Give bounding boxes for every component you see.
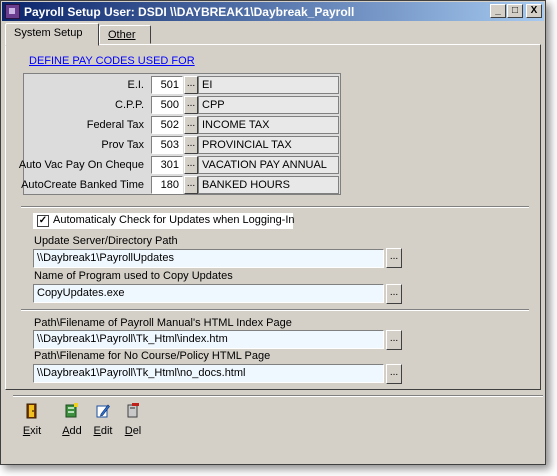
delete-record-icon <box>127 403 139 418</box>
edit-label: Edit <box>93 425 113 437</box>
edit-pencil-icon <box>96 404 110 418</box>
add-label: Add <box>62 425 82 437</box>
pay-code-field-banked-time[interactable]: 180 <box>151 176 183 194</box>
pay-code-label-federal-tax: Federal Tax <box>86 119 144 131</box>
close-button[interactable]: X <box>526 4 542 18</box>
add-record-icon <box>65 403 78 418</box>
auto-check-updates-option[interactable]: ✓ Automaticaly Check for Updates when Lo… <box>33 213 295 229</box>
exit-button[interactable]: Exit <box>17 401 47 441</box>
pay-code-field-prov-tax[interactable]: 503 <box>151 136 183 154</box>
pay-code-field-ei[interactable]: 501 <box>151 76 183 94</box>
update-server-label: Update Server/Directory Path <box>34 235 178 247</box>
pay-code-label-prov-tax: Prov Tax <box>101 139 144 151</box>
bottom-toolbar: Exit Add Edit Del <box>5 395 543 461</box>
no-course-page-input[interactable]: \\Daybreak1\Payroll\Tk_Html\no_docs.html <box>33 364 384 383</box>
minimize-button[interactable]: _ <box>490 4 506 18</box>
update-server-input[interactable]: \\Daybreak1\PayrollUpdates <box>33 249 384 268</box>
pay-code-desc-federal-tax: INCOME TAX <box>198 116 339 134</box>
auto-check-updates-label: Automaticaly Check for Updates when Logg… <box>53 214 295 226</box>
pay-code-lookup-ei[interactable]: ... <box>184 76 198 94</box>
exit-door-icon <box>26 403 37 419</box>
pay-code-label-auto-vac-pay: Auto Vac Pay On Cheque <box>18 159 144 171</box>
manual-index-browse-button[interactable]: ... <box>386 330 402 350</box>
pay-code-desc-ei: EI <box>198 76 339 94</box>
pay-code-lookup-federal-tax[interactable]: ... <box>184 116 198 134</box>
copy-program-input[interactable]: CopyUpdates.exe <box>33 284 384 303</box>
pay-code-label-ei: E.I. <box>127 79 144 91</box>
copy-program-browse-button[interactable]: ... <box>386 284 402 304</box>
exit-label: Exit <box>22 425 42 437</box>
maximize-button[interactable]: □ <box>507 4 523 18</box>
pay-code-label-banked-time: AutoCreate Banked Time <box>21 179 144 191</box>
pay-code-desc-cpp: CPP <box>198 96 339 114</box>
toolbar-divider <box>13 395 543 397</box>
section-divider <box>21 206 529 208</box>
update-server-browse-button[interactable]: ... <box>386 248 402 268</box>
manual-index-input[interactable]: \\Daybreak1\Payroll\Tk_Html\index.htm <box>33 330 384 349</box>
pay-code-label-cpp: C.P.P. <box>115 99 144 111</box>
pay-code-lookup-auto-vac-pay[interactable]: ... <box>184 156 198 174</box>
pay-code-field-cpp[interactable]: 500 <box>151 96 183 114</box>
tab-system-setup[interactable]: System Setup <box>5 23 99 46</box>
no-course-page-browse-button[interactable]: ... <box>386 364 402 384</box>
pay-code-desc-prov-tax: PROVINCIAL TAX <box>198 136 339 154</box>
pay-code-lookup-banked-time[interactable]: ... <box>184 176 198 194</box>
tab-other[interactable]: Other <box>99 25 151 44</box>
pay-codes-heading[interactable]: DEFINE PAY CODES USED FOR <box>29 55 195 67</box>
copy-program-label: Name of Program used to Copy Updates <box>34 270 233 282</box>
pay-code-lookup-cpp[interactable]: ... <box>184 96 198 114</box>
pay-code-field-federal-tax[interactable]: 502 <box>151 116 183 134</box>
window-title: Payroll Setup User: DSDI \\DAYBREAK1\Day… <box>24 5 355 19</box>
pay-code-desc-auto-vac-pay: VACATION PAY ANNUAL <box>198 156 339 174</box>
delete-button[interactable]: Del <box>118 401 148 441</box>
payroll-setup-window: Payroll Setup User: DSDI \\DAYBREAK1\Day… <box>0 0 546 465</box>
auto-check-updates-checkbox[interactable]: ✓ <box>37 215 49 227</box>
title-bar[interactable]: Payroll Setup User: DSDI \\DAYBREAK1\Day… <box>2 2 544 21</box>
edit-button[interactable]: Edit <box>88 401 118 441</box>
pay-code-field-auto-vac-pay[interactable]: 301 <box>151 156 183 174</box>
pay-code-desc-banked-time: BANKED HOURS <box>198 176 339 194</box>
section-divider-2 <box>21 309 529 311</box>
pay-code-lookup-prov-tax[interactable]: ... <box>184 136 198 154</box>
no-course-page-label: Path\Filename for No Course/Policy HTML … <box>34 350 271 362</box>
app-icon <box>5 4 20 19</box>
manual-index-label: Path\Filename of Payroll Manual's HTML I… <box>34 317 292 329</box>
add-button[interactable]: Add <box>57 401 87 441</box>
delete-label: Del <box>124 425 142 437</box>
